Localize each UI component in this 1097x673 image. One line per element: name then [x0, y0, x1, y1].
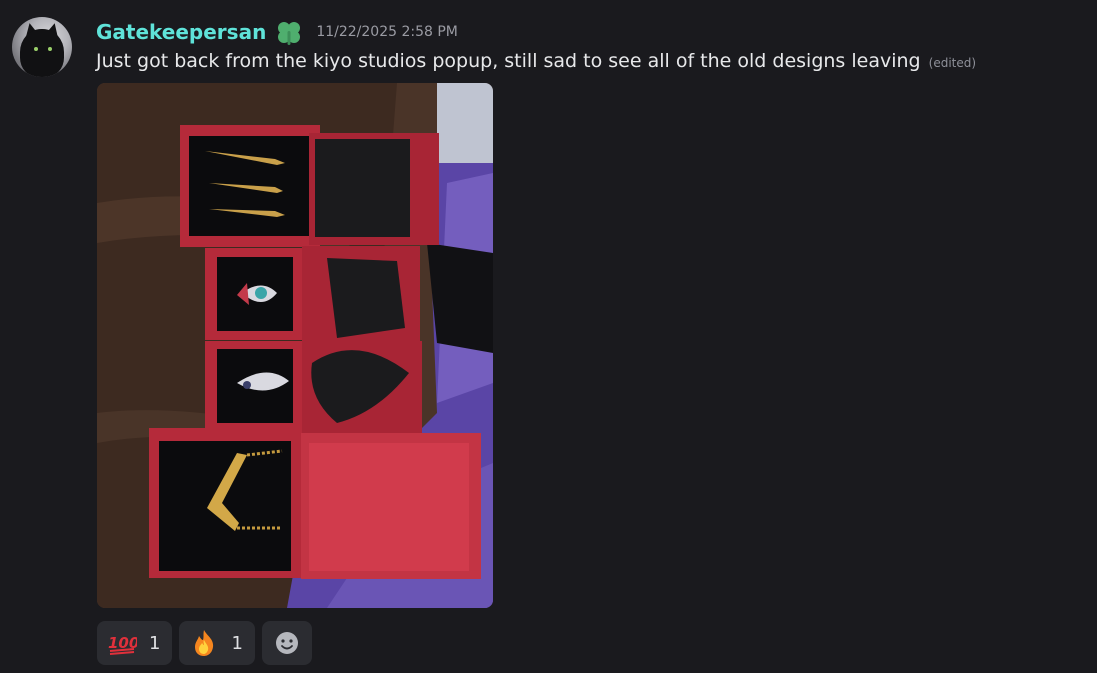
timestamp: 11/22/2025 2:58 PM — [316, 24, 458, 40]
hundred-points-icon: 100 — [107, 628, 139, 658]
image-attachment[interactable] — [97, 83, 493, 608]
smiley-add-reaction-icon — [272, 628, 302, 658]
chat-message: Gatekeepersan 11/22/2025 2:58 PM Just go… — [0, 0, 1097, 673]
reactions-bar: 100 1 1 — [97, 621, 312, 665]
username[interactable]: Gatekeepersan — [96, 20, 266, 44]
jewelry-boxes-photo — [97, 83, 493, 608]
message-content: Just got back from the kiyo studios popu… — [96, 50, 976, 72]
reaction-hundred-points[interactable]: 100 1 — [97, 621, 173, 665]
message-text: Just got back from the kiyo studios popu… — [96, 50, 921, 72]
avatar-cat-eye — [48, 47, 52, 51]
fire-icon — [189, 628, 219, 658]
add-reaction-button[interactable] — [261, 621, 312, 665]
avatar-cat-body — [20, 29, 64, 77]
avatar[interactable] — [12, 17, 72, 77]
avatar-cat-eye — [34, 47, 38, 51]
clover-icon[interactable] — [274, 18, 304, 46]
reaction-count: 1 — [149, 632, 161, 654]
message-header: Gatekeepersan 11/22/2025 2:58 PM — [96, 18, 458, 46]
reaction-count: 1 — [231, 632, 243, 654]
reaction-fire[interactable]: 1 — [179, 621, 255, 665]
edited-label: (edited) — [928, 56, 977, 70]
